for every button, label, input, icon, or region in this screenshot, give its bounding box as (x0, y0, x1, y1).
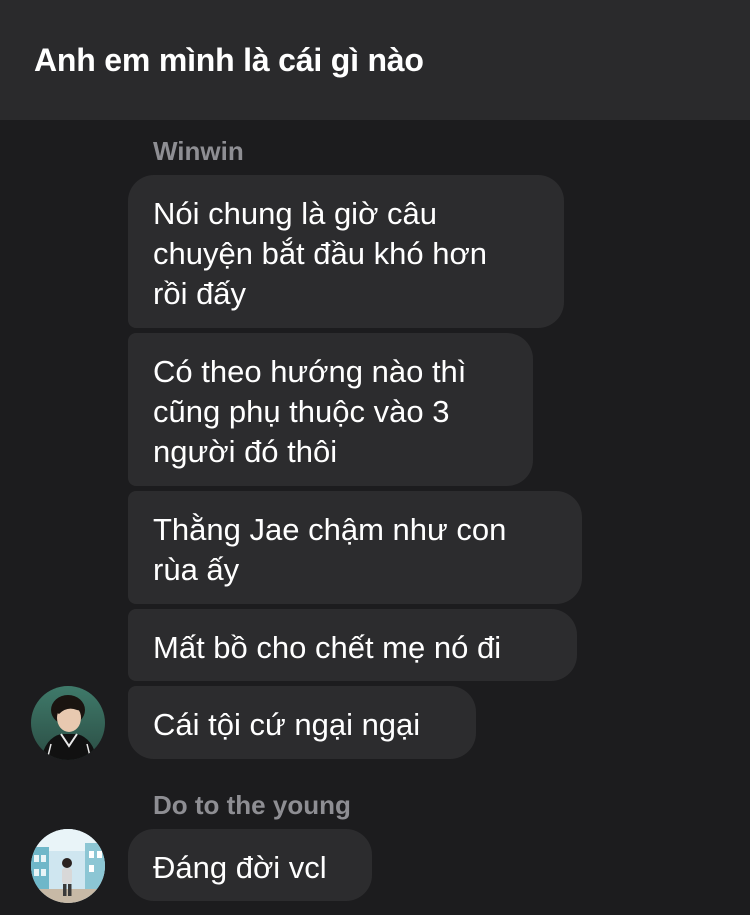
message-text: Có theo hướng nào thì cũng phụ thuộc vào… (153, 354, 467, 469)
chat-header: Anh em mình là cái gì nào (0, 0, 750, 120)
message-text: Đáng đời vcl (153, 850, 327, 885)
message-text: Thằng Jae chậm như con rùa ấy (153, 512, 507, 587)
sender-name[interactable]: Do to the young (153, 790, 351, 821)
sender-avatar[interactable] (31, 686, 105, 760)
sender-avatar[interactable] (31, 829, 105, 903)
message-bubble[interactable]: Nói chung là giờ câu chuyện bắt đầu khó … (128, 175, 564, 328)
message-bubble[interactable]: Cái tội cứ ngại ngại (128, 686, 476, 759)
message-bubble[interactable]: Đáng đời vcl (128, 829, 372, 901)
message-bubble[interactable]: Có theo hướng nào thì cũng phụ thuộc vào… (128, 333, 533, 486)
message-bubble[interactable]: Mất bồ cho chết mẹ nó đi (128, 609, 577, 681)
chat-screen: Anh em mình là cái gì nào Winwin Nói chu… (0, 0, 750, 915)
message-bubble[interactable]: Thằng Jae chậm như con rùa ấy (128, 491, 582, 604)
message-text: Nói chung là giờ câu chuyện bắt đầu khó … (153, 196, 488, 311)
sender-name[interactable]: Winwin (153, 136, 244, 167)
chat-title[interactable]: Anh em mình là cái gì nào (34, 42, 424, 79)
message-text: Cái tội cứ ngại ngại (153, 707, 421, 742)
person-avatar-icon (31, 686, 105, 760)
person-outdoor-icon (31, 829, 105, 903)
message-text: Mất bồ cho chết mẹ nó đi (153, 630, 502, 665)
